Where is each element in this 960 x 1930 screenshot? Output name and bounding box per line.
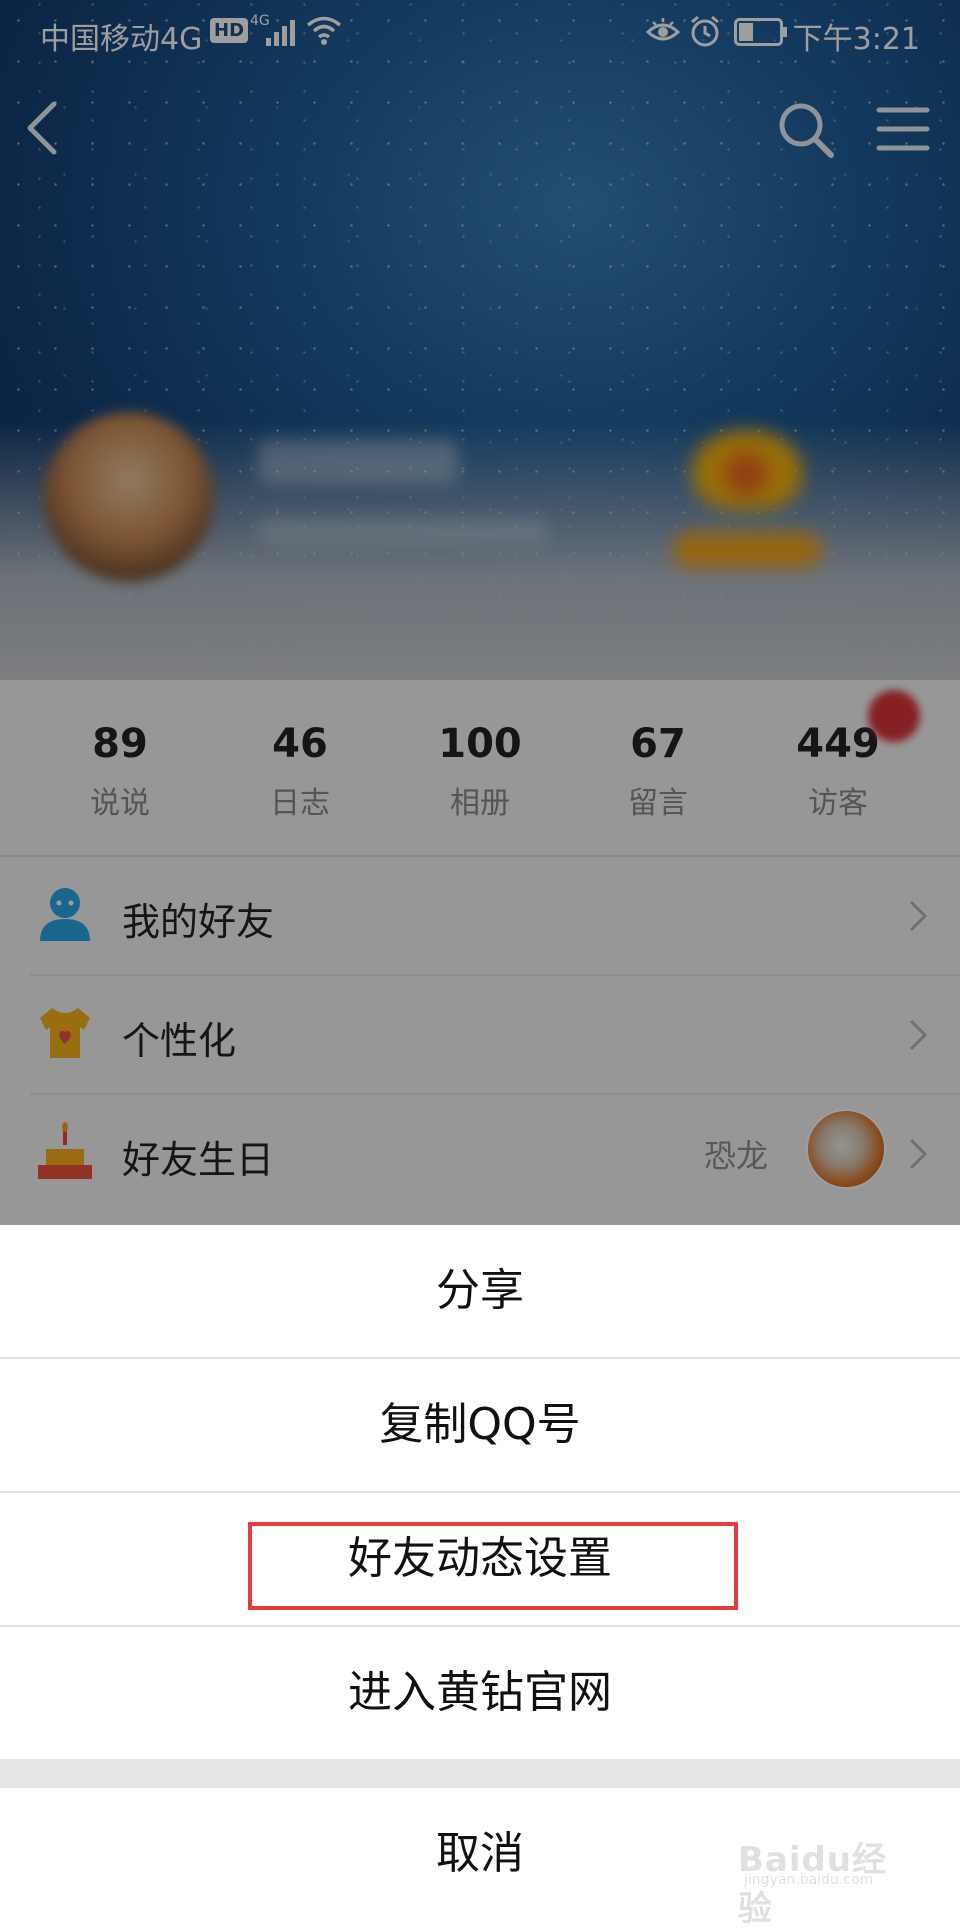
share-button[interactable]: 分享: [0, 1225, 960, 1357]
copy-qq-number-button[interactable]: 复制QQ号: [0, 1359, 960, 1491]
baidu-jingyan-watermark: Baidu经验 jingyan.baidu.com: [738, 1840, 888, 1929]
yellow-diamond-site-button[interactable]: 进入黄钻官网: [0, 1627, 960, 1759]
highlight-annotation-box: [248, 1522, 738, 1610]
modal-dim-overlay[interactable]: [0, 0, 960, 1225]
